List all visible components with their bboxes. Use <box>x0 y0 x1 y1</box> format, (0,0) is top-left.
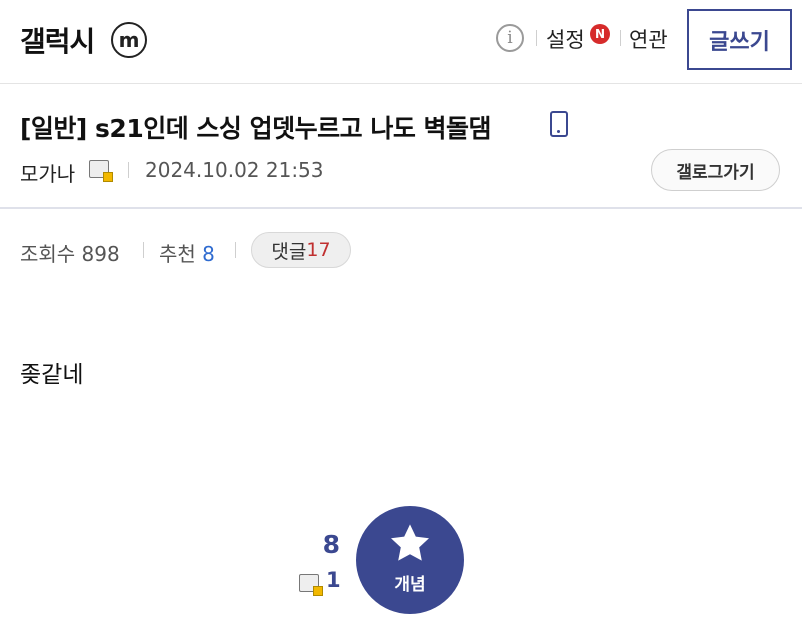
recommend-button[interactable]: 개념 <box>356 506 464 614</box>
info-icon[interactable]: i <box>496 24 524 52</box>
post-date: 2024.10.02 21:53 <box>145 158 324 182</box>
divider <box>536 30 537 46</box>
related-link[interactable]: 연관 <box>629 24 668 54</box>
comment-button[interactable]: 댓글 17 <box>251 232 351 268</box>
post-body: 좆같네 <box>20 362 84 388</box>
post-stats: 조회수 898 추천 8 댓글 17 <box>0 232 802 268</box>
comment-count: 17 <box>306 239 331 261</box>
fixed-nick-icon <box>89 160 113 182</box>
recommend-stat-label: 추천 <box>159 242 196 266</box>
fixed-nick-recommend-count: 1 <box>326 568 341 592</box>
recommend-button-label: 개념 <box>394 574 426 595</box>
recommend-stat: 추천 8 <box>159 238 215 267</box>
star-icon <box>391 523 429 561</box>
comment-label: 댓글 <box>271 240 307 263</box>
author-nickname[interactable]: 모가나 <box>20 158 75 187</box>
recommend-count: 8 <box>322 530 340 559</box>
divider <box>143 242 144 258</box>
post-header: [일반] s21인데 스싱 업뎃누르고 나도 벽돌댐 모가나 2024.10.0… <box>0 84 802 209</box>
gallog-button[interactable]: 갤로그가기 <box>651 149 780 191</box>
divider <box>128 162 129 178</box>
view-count: 조회수 898 <box>20 242 120 266</box>
settings-link[interactable]: 설정 <box>546 24 585 54</box>
top-bar: 갤럭시 m i 설정 N 연관 글쓰기 <box>0 0 802 84</box>
new-badge-icon: N <box>590 24 610 44</box>
post-title: [일반] s21인데 스싱 업뎃누르고 나도 벽돌댐 <box>20 114 492 143</box>
minor-gallery-icon: m <box>111 22 147 58</box>
write-button[interactable]: 글쓰기 <box>687 9 792 70</box>
divider <box>620 30 621 46</box>
fixed-nick-icon <box>299 574 323 596</box>
divider <box>235 242 236 258</box>
mobile-phone-icon <box>550 111 568 137</box>
gallery-title[interactable]: 갤럭시 <box>20 20 95 60</box>
recommend-stat-count: 8 <box>202 242 215 266</box>
